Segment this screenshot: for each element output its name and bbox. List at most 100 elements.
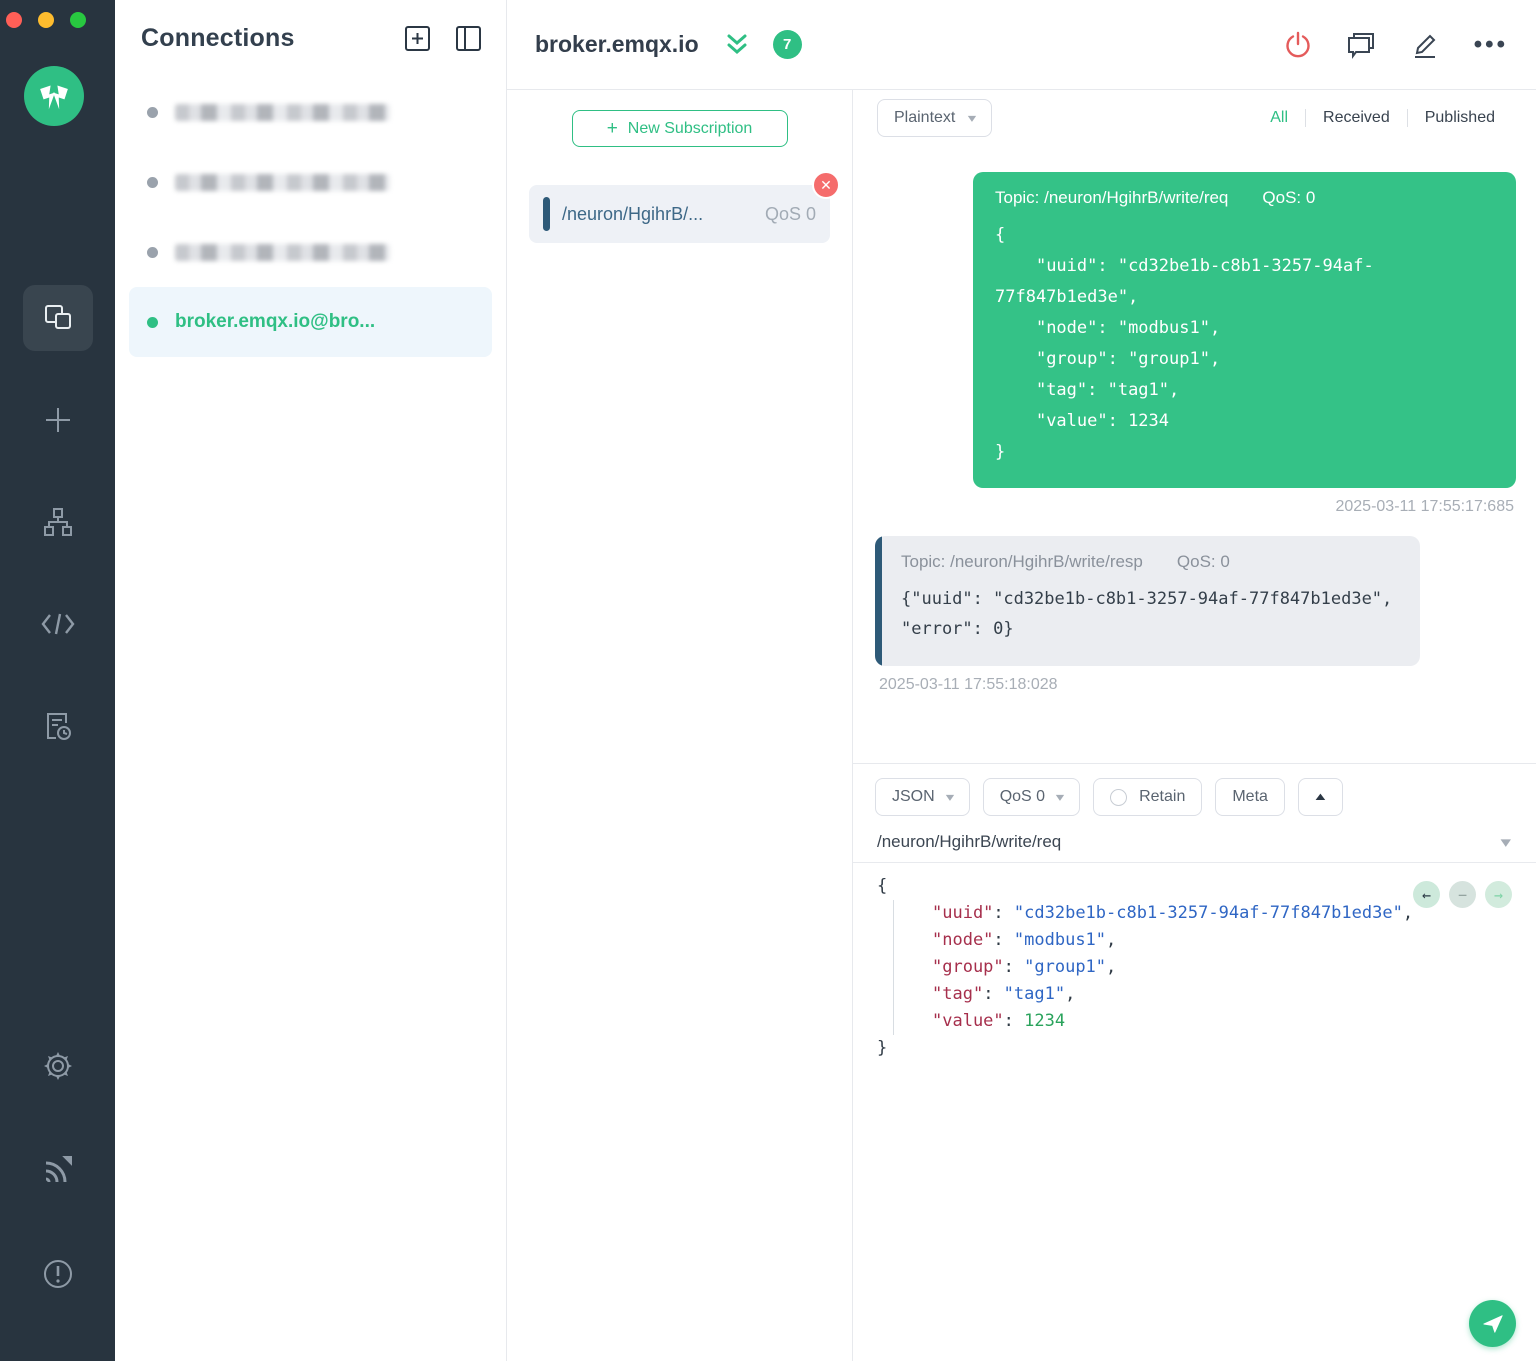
gear-icon [42,1050,74,1082]
info-icon [42,1258,74,1290]
subscription-item[interactable]: /neuron/HgihrB/... QoS 0 ✕ [529,185,830,243]
plus-icon: + [607,118,618,140]
tab-published[interactable]: Published [1407,109,1512,127]
message-list: Topic: /neuron/HgihrB/write/reqQoS: 0{ "… [853,146,1536,763]
close-window-button[interactable] [6,12,22,28]
editor-line: "tag": "tag1", [893,981,1536,1008]
nav-settings[interactable] [23,1033,93,1099]
message-tabs: All Received Published [1253,109,1512,127]
rail-navigation [0,285,115,795]
mqttx-app-window: Connections [0,0,1536,1361]
connection-title: broker.emqx.io [535,31,699,58]
connection-item-masked[interactable] [129,147,492,217]
collapse-editor-button[interactable]: ▲ [1298,778,1343,816]
connection-status-dot-connected [147,317,158,328]
chevron-down-icon[interactable]: ▾ [1501,833,1512,851]
nav-log[interactable] [23,693,93,759]
masked-connection-name [175,104,390,121]
connection-name: broker.emqx.io@bro... [175,311,375,333]
publish-topic-input[interactable]: /neuron/HgihrB/write/req [877,832,1502,852]
subscription-color-bar [543,197,550,231]
history-navigation: ← − → [1413,881,1512,908]
tab-all[interactable]: All [1253,109,1305,127]
more-options-icon[interactable]: ••• [1474,31,1508,59]
message-payload: {"uuid": "cd32be1b-c8b1-3257-94af-77f847… [901,584,1398,644]
plus-icon [43,405,73,435]
retain-radio-icon [1110,789,1127,806]
messages-column: Plaintext ▾ All Received Published Topic… [853,90,1536,1361]
payload-editor[interactable]: ← − → {"uuid": "cd32be1b-c8b1-3257-94af-… [853,863,1536,1361]
message-timestamp: 2025-03-11 17:55:18:028 [879,676,1418,694]
maximize-window-button[interactable] [70,12,86,28]
connections-icon [43,303,73,333]
subscription-topic: /neuron/HgihrB/... [562,204,765,225]
chevron-down-icon: ▾ [1056,790,1064,804]
message-topic-line: Topic: /neuron/HgihrB/write/reqQoS: 0 [995,188,1494,208]
minimize-window-button[interactable] [38,12,54,28]
connection-status-dot [147,177,158,188]
editor-line: "value": 1234 [893,1008,1536,1035]
editor-line: } [877,1035,1536,1062]
connections-list: broker.emqx.io@bro... [115,63,506,357]
mqttx-logo [24,66,84,126]
received-message-bubble[interactable]: Topic: /neuron/HgihrB/write/respQoS: 0 {"… [875,536,1420,666]
connection-item-masked[interactable] [129,217,492,287]
collapse-panel-icon[interactable] [455,25,482,52]
nav-script[interactable] [23,591,93,657]
message-filter-bar: Plaintext ▾ All Received Published [853,90,1536,146]
edit-pencil-icon[interactable] [1410,30,1440,60]
disconnect-power-icon[interactable] [1284,31,1312,59]
subscription-qos: QoS 0 [765,204,816,225]
nav-topic-tree[interactable] [23,489,93,555]
masked-connection-name [175,174,390,191]
rail-bottom-group [0,1033,115,1361]
window-controls [6,12,86,28]
send-button[interactable] [1469,1300,1516,1347]
connection-status-dot [147,247,158,258]
messages-chat-icon[interactable] [1346,30,1376,60]
payload-format-select[interactable]: Plaintext ▾ [877,99,992,137]
connections-panel-title: Connections [141,24,295,53]
broadcast-rss-icon [43,1155,73,1185]
chevron-down-icon: ▾ [945,790,953,804]
message-color-bar [875,536,882,666]
nav-about[interactable] [23,1241,93,1307]
history-back-button[interactable]: ← [1413,881,1440,908]
payload-type-select[interactable]: JSON ▾ [875,778,970,816]
editor-line: "group": "group1", [893,954,1536,981]
triangle-up-icon: ▲ [1312,791,1328,803]
left-icon-rail [0,0,115,1361]
connection-item-masked[interactable] [129,77,492,147]
masked-connection-name [175,244,390,261]
add-connection-icon[interactable] [404,25,431,52]
connections-panel: Connections [115,0,507,1361]
new-subscription-button[interactable]: + New Subscription [572,110,788,147]
history-clear-button[interactable]: − [1449,881,1476,908]
connection-header: broker.emqx.io 7 [507,0,1536,90]
editor-line: "node": "modbus1", [893,927,1536,954]
nav-new-connection[interactable] [23,387,93,453]
publish-topic-row: /neuron/HgihrB/write/req ▾ [853,826,1536,863]
meta-button[interactable]: Meta [1215,778,1285,816]
publish-section: JSON ▾ QoS 0 ▾ Retain Meta [853,763,1536,1361]
nav-updates[interactable] [23,1137,93,1203]
unread-count-badge[interactable]: 7 [773,30,802,59]
nav-connections[interactable] [23,285,93,351]
code-icon [41,611,75,637]
published-message-bubble[interactable]: Topic: /neuron/HgihrB/write/reqQoS: 0{ "… [973,172,1516,488]
tab-received[interactable]: Received [1305,109,1407,127]
message-timestamp: 2025-03-11 17:55:17:685 [855,498,1514,516]
history-forward-button[interactable]: → [1485,881,1512,908]
connection-item-selected[interactable]: broker.emqx.io@bro... [129,287,492,357]
topic-tree-icon [42,506,74,538]
main-area: broker.emqx.io 7 [507,0,1536,1361]
connection-status-dot [147,107,158,118]
log-with-clock-icon [42,710,74,742]
publish-toolbar: JSON ▾ QoS 0 ▾ Retain Meta [853,764,1536,826]
chevron-down-icon: ▾ [968,111,976,125]
qos-select[interactable]: QoS 0 ▾ [983,778,1080,816]
message-topic-line: Topic: /neuron/HgihrB/write/respQoS: 0 [901,552,1398,572]
retain-toggle[interactable]: Retain [1093,778,1202,816]
unsubscribe-close-icon[interactable]: ✕ [812,171,840,199]
expand-all-icon[interactable] [725,32,749,58]
